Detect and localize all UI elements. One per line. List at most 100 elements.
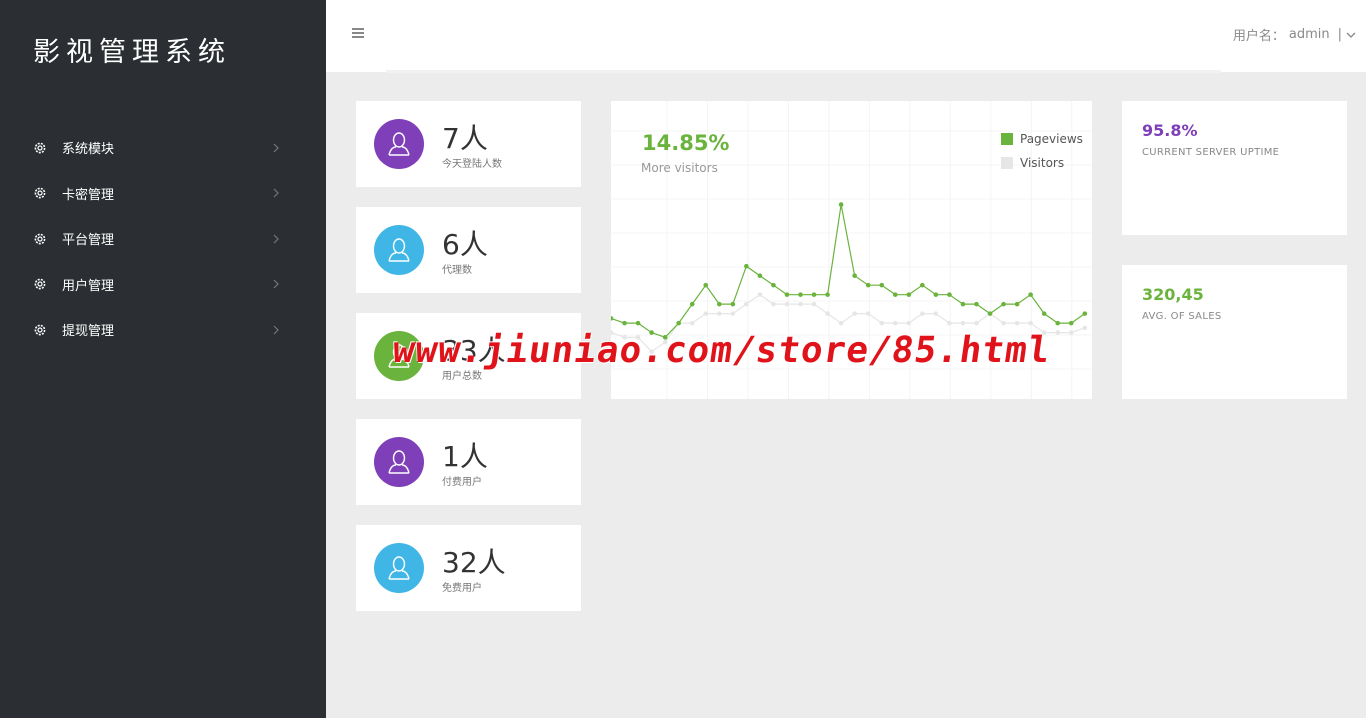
data-point-visitors (730, 311, 736, 316)
sidebar-item-label: 提现管理 (62, 324, 115, 340)
data-point-visitors (757, 292, 763, 297)
user-icon (388, 132, 410, 156)
data-point-visitors (1028, 320, 1033, 326)
gear-icon (34, 324, 46, 336)
data-point-visitors (1014, 320, 1020, 326)
avatar (374, 543, 424, 593)
gear-icon (34, 233, 46, 245)
data-point-visitors (811, 301, 817, 307)
chevron-right-icon (273, 325, 279, 335)
gear-icon (34, 142, 46, 154)
chevron-right-icon (273, 143, 279, 153)
chevron-right-icon (273, 188, 279, 198)
data-point-visitors (703, 311, 709, 316)
uptime-value: 95.8% (1142, 121, 1198, 140)
visitors-percent: 14.85% (642, 131, 730, 155)
data-point-visitors (784, 301, 790, 307)
uptime-card: 95.8% CURRENT SERVER UPTIME (1122, 101, 1347, 235)
data-point-visitors (865, 311, 871, 316)
sidebar-item-label: 卡密管理 (62, 187, 115, 203)
app-title: 影视管理系统 (33, 37, 231, 68)
hamburger-icon[interactable] (351, 26, 365, 40)
sidebar-item-platforms[interactable]: 平台管理 (0, 216, 326, 262)
data-point-pageviews (622, 320, 627, 326)
data-point-visitors (906, 320, 912, 326)
avatar (374, 437, 424, 487)
data-point-visitors (1068, 330, 1074, 335)
top-bar-shadow (386, 70, 1221, 73)
stat-value: 32人 (442, 546, 506, 579)
avatar (374, 225, 424, 275)
sidebar-item-label: 用户管理 (62, 278, 115, 294)
sidebar-item-withdrawals[interactable]: 提现管理 (0, 307, 326, 353)
data-point-pageviews (716, 301, 722, 307)
data-point-pageviews (906, 292, 912, 297)
data-point-visitors (1082, 325, 1088, 331)
data-point-pageviews (960, 301, 966, 307)
legend-swatch (1001, 157, 1013, 169)
user-icon (388, 556, 410, 580)
data-point-visitors (689, 320, 695, 326)
data-point-pageviews (611, 316, 614, 321)
data-point-pageviews (703, 282, 709, 288)
username-label: 用户名： (1232, 29, 1285, 44)
sidebar-item-card-keys[interactable]: 卡密管理 (0, 171, 326, 217)
data-point-visitors (933, 311, 939, 316)
data-point-pageviews (1028, 292, 1033, 297)
stat-card-free-users: 32人 免费用户 (356, 525, 581, 611)
sales-card: 320,45 AVG. OF SALES (1122, 265, 1347, 399)
sidebar-item-label: 系统模块 (62, 142, 115, 158)
data-point-visitors (974, 320, 979, 326)
data-point-pageviews (784, 292, 790, 297)
stat-label: 今天登陆人数 (442, 159, 502, 170)
legend-item-visitors: Visitors (1001, 151, 1083, 175)
data-point-pageviews (811, 292, 817, 297)
data-point-pageviews (933, 292, 939, 297)
sidebar-item-system-modules[interactable]: 系统模块 (0, 125, 326, 171)
legend-swatch (1001, 133, 1013, 145)
data-point-pageviews (838, 202, 844, 207)
data-point-visitors (960, 320, 966, 326)
legend-label: Visitors (1020, 156, 1065, 170)
data-point-pageviews (1014, 301, 1020, 307)
sidebar-item-label: 平台管理 (62, 233, 115, 249)
chevron-right-icon (273, 279, 279, 289)
data-point-pageviews (676, 320, 681, 326)
username: admin (1288, 27, 1330, 42)
data-point-pageviews (947, 292, 952, 297)
user-icon (388, 238, 410, 262)
data-point-visitors (947, 320, 952, 326)
data-point-pageviews (798, 292, 803, 297)
data-point-pageviews (825, 292, 830, 297)
data-point-visitors (1001, 320, 1006, 326)
data-point-visitors (879, 320, 885, 326)
data-point-visitors (744, 301, 749, 307)
data-point-pageviews (757, 273, 763, 278)
gear-icon (34, 278, 46, 290)
data-point-pageviews (1041, 311, 1047, 316)
data-point-pageviews (744, 263, 749, 269)
data-point-pageviews (987, 311, 993, 316)
user-menu[interactable]: 用户名： admin | (1233, 25, 1356, 44)
data-point-pageviews (730, 301, 736, 307)
data-point-visitors (1055, 330, 1061, 335)
visitors-subtitle: More visitors (641, 161, 718, 175)
data-point-pageviews (1068, 320, 1074, 326)
data-point-visitors (825, 311, 830, 316)
series-line-pageviews (611, 204, 1086, 339)
watermark-text: www.jiuniao.com/store/85.html (390, 330, 1054, 371)
stat-value: 1人 (442, 440, 488, 473)
data-point-pageviews (771, 282, 776, 288)
stat-card-agents: 6人 代理数 (356, 207, 581, 293)
data-point-visitors (716, 311, 722, 316)
legend-item-pageviews: Pageviews (1001, 127, 1083, 151)
top-bar: 用户名： admin | (326, 0, 1366, 72)
separator: | (1337, 27, 1342, 42)
sidebar-item-users[interactable]: 用户管理 (0, 262, 326, 308)
sales-label: AVG. OF SALES (1142, 311, 1222, 322)
data-point-visitors (771, 301, 776, 307)
avatar (374, 119, 424, 169)
data-point-pageviews (879, 282, 885, 288)
stat-card-paid-users: 1人 付费用户 (356, 419, 581, 505)
sidebar-nav: 系统模块 卡密管理 平台管理 用户管理 提现管理 (0, 125, 326, 353)
